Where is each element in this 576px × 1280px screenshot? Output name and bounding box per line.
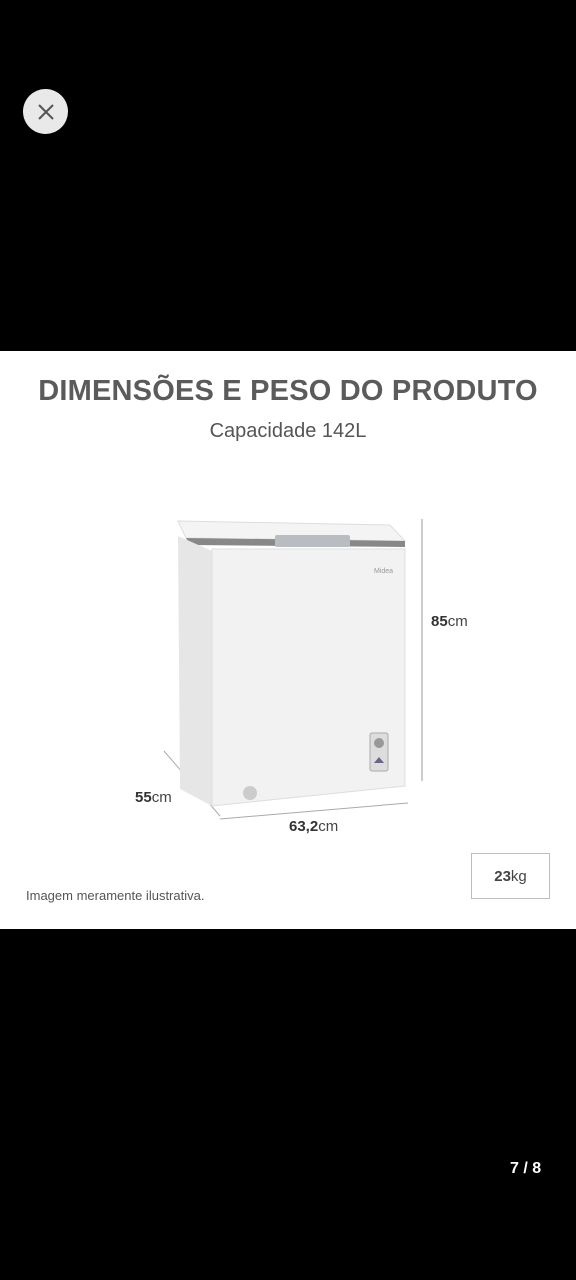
image-subheadline: Capacidade 142L [209, 420, 367, 442]
chest-freezer-illustration: Midea [163, 519, 423, 820]
page-counter: 7 / 8 [510, 1160, 542, 1177]
weight-box: 23 kg [471, 853, 550, 899]
brand-logo: Midea [374, 568, 393, 575]
product-image[interactable]: DIMENSÕES E PESO DO PRODUTO Capacidade 1… [0, 351, 576, 929]
image-headline: DIMENSÕES E PESO DO PRODUTO [38, 375, 538, 407]
close-icon [37, 103, 54, 120]
svg-text:Midea: Midea [374, 568, 393, 575]
width-dimension: 63,2cm [289, 818, 339, 835]
close-button[interactable] [23, 89, 68, 134]
disclaimer-text: Imagem meramente ilustrativa. [26, 888, 205, 903]
height-dimension: 85cm [431, 613, 468, 630]
depth-dimension: 55cm [135, 789, 172, 806]
